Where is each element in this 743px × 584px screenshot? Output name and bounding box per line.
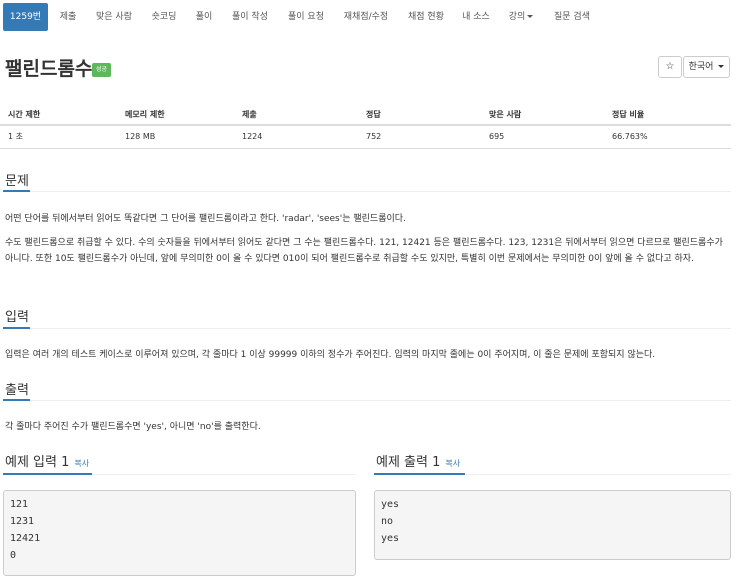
- page-title: 팰린드롬수: [5, 58, 93, 80]
- sample-input-line: 1231: [10, 516, 35, 527]
- section-accent: [3, 327, 30, 329]
- status-badge: 성공: [92, 63, 112, 77]
- nav-tab-my-source[interactable]: 내 소스: [456, 3, 496, 31]
- nav-tab-solutions[interactable]: 풀이: [189, 3, 219, 31]
- nav-tab-judge-status[interactable]: 채점 현황: [401, 3, 451, 31]
- star-icon: ☆: [665, 61, 675, 72]
- language-dropdown[interactable]: 한국어: [683, 56, 730, 78]
- table-cell: 752: [366, 132, 382, 141]
- sample-input-title: 예제 입력 1: [5, 455, 70, 470]
- sample-input-heading: 예제 입력 1 복사: [5, 451, 89, 470]
- table-row: 1 초 128 MB 1224 752 695 66.763%: [0, 126, 731, 149]
- table-header-cell: 메모리 제한: [125, 110, 165, 119]
- sample-input-line: 121: [10, 499, 29, 510]
- table-header-cell: 정답 비율: [612, 110, 645, 119]
- copy-sample-output-button[interactable]: 복사: [445, 459, 460, 468]
- output-heading: 출력: [5, 383, 29, 398]
- table-cell: 1224: [242, 132, 263, 141]
- section-divider: [3, 400, 731, 401]
- table-cell: 1 초: [8, 132, 23, 141]
- nav-tab-submit[interactable]: 제출: [53, 3, 83, 31]
- nav-tab-short-coding[interactable]: 숏코딩: [144, 3, 184, 31]
- table-cell: 66.763%: [612, 132, 648, 141]
- section-divider: [3, 328, 731, 329]
- star-button[interactable]: ☆: [658, 56, 682, 78]
- sample-output-heading: 예제 출력 1 복사: [376, 451, 460, 470]
- table-header-row: 시간 제한 메모리 제한 제출 정답 맞은 사람 정답 비율: [0, 104, 731, 126]
- table-header-cell: 맞은 사람: [489, 110, 522, 119]
- sample-input-box[interactable]: 121 1231 12421 0: [3, 490, 356, 576]
- input-description: 입력은 여러 개의 테스트 케이스로 이루어져 있으며, 각 줄마다 1 이상 …: [5, 350, 656, 360]
- sample-input-line: 0: [10, 550, 17, 561]
- nav-lectures-label: 강의: [508, 12, 526, 22]
- sample-output-box[interactable]: yes no yes: [374, 490, 731, 560]
- problem-nav: 1259번 제출 맞은 사람 숏코딩 풀이 풀이 작성 풀이 요청 재채점/수정…: [0, 0, 743, 34]
- section-accent: [3, 190, 30, 192]
- table-cell: 128 MB: [125, 132, 156, 141]
- table-header-cell: 시간 제한: [8, 110, 41, 119]
- nav-tab-write-solution[interactable]: 풀이 작성: [225, 3, 275, 31]
- chevron-down-icon: [718, 65, 725, 68]
- input-heading: 입력: [5, 310, 29, 325]
- table-header-cell: 제출: [242, 110, 257, 119]
- nav-tab-request-solution[interactable]: 풀이 요청: [281, 3, 331, 31]
- section-accent: [3, 473, 92, 475]
- copy-sample-input-button[interactable]: 복사: [74, 459, 89, 468]
- sample-output-title: 예제 출력 1: [376, 455, 441, 470]
- problem-description-2: 수도 팰린드롬으로 취급할 수 있다. 수의 숫자들을 뒤에서부터 읽어도 같다…: [5, 238, 723, 264]
- chevron-down-icon: [527, 15, 534, 18]
- nav-tab-question-search[interactable]: 질문 검색: [547, 3, 597, 31]
- nav-tab-problem[interactable]: 1259번: [3, 3, 48, 31]
- sample-input-line: 12421: [10, 533, 41, 544]
- nav-tab-lectures[interactable]: 강의: [501, 3, 541, 31]
- table-cell: 695: [489, 132, 505, 141]
- sample-output-line: no: [381, 516, 394, 527]
- section-accent: [374, 473, 465, 475]
- sample-output-line: yes: [381, 499, 400, 510]
- output-description: 각 줄마다 주어진 수가 팰린드롬수면 'yes', 아니면 'no'를 출력한…: [5, 422, 261, 432]
- nav-tab-correct-users[interactable]: 맞은 사람: [89, 3, 139, 31]
- sample-output-line: yes: [381, 533, 400, 544]
- problem-heading: 문제: [5, 174, 29, 189]
- section-divider: [3, 191, 731, 192]
- problem-description-1: 어떤 단어를 뒤에서부터 읽어도 똑같다면 그 단어를 팰린드롬이라고 한다. …: [5, 214, 406, 224]
- table-header-cell: 정답: [366, 110, 381, 119]
- language-label: 한국어: [688, 62, 714, 72]
- section-accent: [3, 399, 30, 401]
- nav-tab-rejudge[interactable]: 재채점/수정: [336, 3, 396, 31]
